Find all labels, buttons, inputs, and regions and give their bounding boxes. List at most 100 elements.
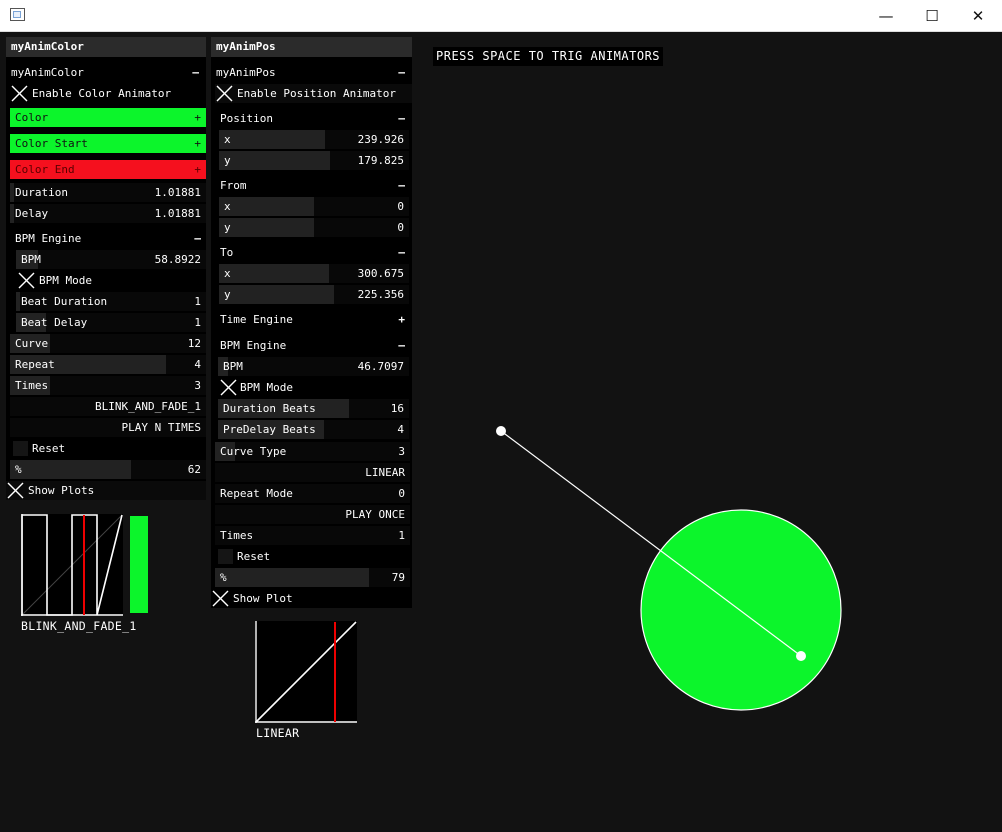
enable-position-toggle[interactable]: Enable Position Animator <box>215 84 412 103</box>
color-panel-header[interactable]: myAnimColor <box>6 37 206 57</box>
collapse-icon[interactable]: – <box>398 109 405 128</box>
pos-bpm-engine-group-header[interactable]: BPM Engine – <box>215 336 410 355</box>
maximize-button[interactable]: ☐ <box>909 0 955 31</box>
minimize-button[interactable]: — <box>863 0 909 31</box>
position-curve-plot <box>255 621 357 723</box>
beat-duration-slider[interactable]: Beat Duration 1 <box>16 292 206 311</box>
to-y-label: y <box>224 288 231 301</box>
expand-icon[interactable]: + <box>194 134 201 153</box>
collapse-icon[interactable]: – <box>398 243 405 262</box>
show-plots-toggle[interactable]: Show Plots <box>6 481 206 500</box>
to-x-slider[interactable]: x 300.675 <box>219 264 409 283</box>
show-plot-toggle[interactable]: Show Plot <box>211 589 412 608</box>
duration-slider[interactable]: Duration 1.01881 <box>10 183 206 202</box>
position-x-slider[interactable]: x 239.926 <box>219 130 409 149</box>
position-y-label: y <box>224 154 231 167</box>
collapse-icon[interactable]: – <box>398 63 405 82</box>
close-button[interactable]: ✕ <box>955 0 1001 31</box>
beat-duration-label: Beat Duration <box>21 295 108 308</box>
position-animator-panel: myAnimPos myAnimPos – Enable Position An… <box>211 37 412 608</box>
from-y-value: 0 <box>397 221 404 234</box>
pos-percent-value: 79 <box>391 571 405 584</box>
position-group-header[interactable]: myAnimPos – <box>215 63 410 82</box>
checkbox-checked-icon[interactable] <box>216 85 233 102</box>
curve-name-value: BLINK_AND_FADE_1 <box>95 400 201 413</box>
checkbox-checked-icon[interactable] <box>18 272 35 289</box>
expand-icon[interactable]: + <box>398 310 405 329</box>
pos-bpm-mode-toggle[interactable]: BPM Mode <box>218 378 409 397</box>
bpm-engine-group-header[interactable]: BPM Engine – <box>10 229 206 248</box>
progress-percent-slider[interactable]: % 62 <box>10 460 206 479</box>
bpm-slider[interactable]: BPM 58.8922 <box>16 250 206 269</box>
to-label: To <box>220 246 234 259</box>
repeat-slider[interactable]: Repeat 4 <box>10 355 206 374</box>
delay-label: Delay <box>15 207 49 220</box>
curve-label: Curve <box>15 337 49 350</box>
checkbox-checked-icon[interactable] <box>212 590 229 607</box>
pos-reset-button[interactable]: Reset <box>215 547 410 566</box>
reset-toggle-box[interactable] <box>13 441 28 456</box>
to-x-value: 300.675 <box>357 267 404 280</box>
color-picker-row[interactable]: Color + <box>10 108 206 127</box>
pos-bpm-slider[interactable]: BPM 46.7097 <box>218 357 409 376</box>
repeat-mode-value: 0 <box>398 487 405 500</box>
beat-duration-value: 1 <box>194 295 201 308</box>
time-engine-group-header[interactable]: Time Engine + <box>215 310 410 329</box>
expand-icon[interactable]: + <box>194 160 201 179</box>
duration-beats-slider[interactable]: Duration Beats 16 <box>218 399 409 418</box>
pos-bpm-value: 46.7097 <box>357 360 404 373</box>
pos-bpm-engine-label: BPM Engine <box>220 339 287 352</box>
expand-icon[interactable]: + <box>194 108 201 127</box>
beat-delay-slider[interactable]: Beat Delay 1 <box>16 313 206 332</box>
duration-label: Duration <box>15 186 68 199</box>
curve-slider[interactable]: Curve 12 <box>10 334 206 353</box>
path-end-point <box>796 651 806 661</box>
enable-color-toggle[interactable]: Enable Color Animator <box>10 84 204 103</box>
bpm-value: 58.8922 <box>154 253 201 266</box>
reset-toggle-box[interactable] <box>218 549 233 564</box>
checkbox-checked-icon[interactable] <box>11 85 28 102</box>
position-panel-header[interactable]: myAnimPos <box>211 37 412 57</box>
to-x-label: x <box>224 267 231 280</box>
checkbox-checked-icon[interactable] <box>220 379 237 396</box>
collapse-icon[interactable]: – <box>194 229 201 248</box>
to-y-value: 225.356 <box>357 288 404 301</box>
reset-button[interactable]: Reset <box>10 439 206 458</box>
position-x-value: 239.926 <box>357 133 404 146</box>
color-start-picker-row[interactable]: Color Start + <box>10 134 206 153</box>
collapse-icon[interactable]: – <box>398 336 405 355</box>
checkbox-checked-icon[interactable] <box>7 482 24 499</box>
color-label: Color <box>15 111 49 124</box>
curve-value: 12 <box>187 337 201 350</box>
pos-times-slider[interactable]: Times 1 <box>215 526 410 545</box>
repeat-label: Repeat <box>15 358 55 371</box>
position-y-slider[interactable]: y 179.825 <box>219 151 409 170</box>
curve-type-value: 3 <box>398 445 405 458</box>
position-subgroup-header[interactable]: Position – <box>215 109 410 128</box>
collapse-icon[interactable]: – <box>192 63 199 82</box>
curve-type-slider[interactable]: Curve Type 3 <box>215 442 410 461</box>
to-y-slider[interactable]: y 225.356 <box>219 285 409 304</box>
pos-times-value: 1 <box>398 529 405 542</box>
time-engine-label: Time Engine <box>220 313 293 326</box>
enable-color-label: Enable Color Animator <box>32 87 172 100</box>
from-x-slider[interactable]: x 0 <box>219 197 409 216</box>
times-label: Times <box>15 379 49 392</box>
color-group-header[interactable]: myAnimColor – <box>10 63 204 82</box>
pos-reset-label: Reset <box>237 550 271 563</box>
path-start-point <box>496 426 506 436</box>
times-slider[interactable]: Times 3 <box>10 376 206 395</box>
app-window-icon <box>10 8 25 21</box>
delay-slider[interactable]: Delay 1.01881 <box>10 204 206 223</box>
predelay-beats-slider[interactable]: PreDelay Beats 4 <box>218 420 409 439</box>
from-subgroup-header[interactable]: From – <box>215 176 410 195</box>
collapse-icon[interactable]: – <box>398 176 405 195</box>
to-subgroup-header[interactable]: To – <box>215 243 410 262</box>
repeat-mode-slider[interactable]: Repeat Mode 0 <box>215 484 410 503</box>
bpm-mode-toggle[interactable]: BPM Mode <box>16 271 206 290</box>
color-end-picker-row[interactable]: Color End + <box>10 160 206 179</box>
play-mode-value: PLAY N TIMES <box>121 421 201 434</box>
from-y-slider[interactable]: y 0 <box>219 218 409 237</box>
pos-play-mode-value: PLAY ONCE <box>345 508 405 521</box>
pos-progress-percent-slider[interactable]: % 79 <box>215 568 410 587</box>
